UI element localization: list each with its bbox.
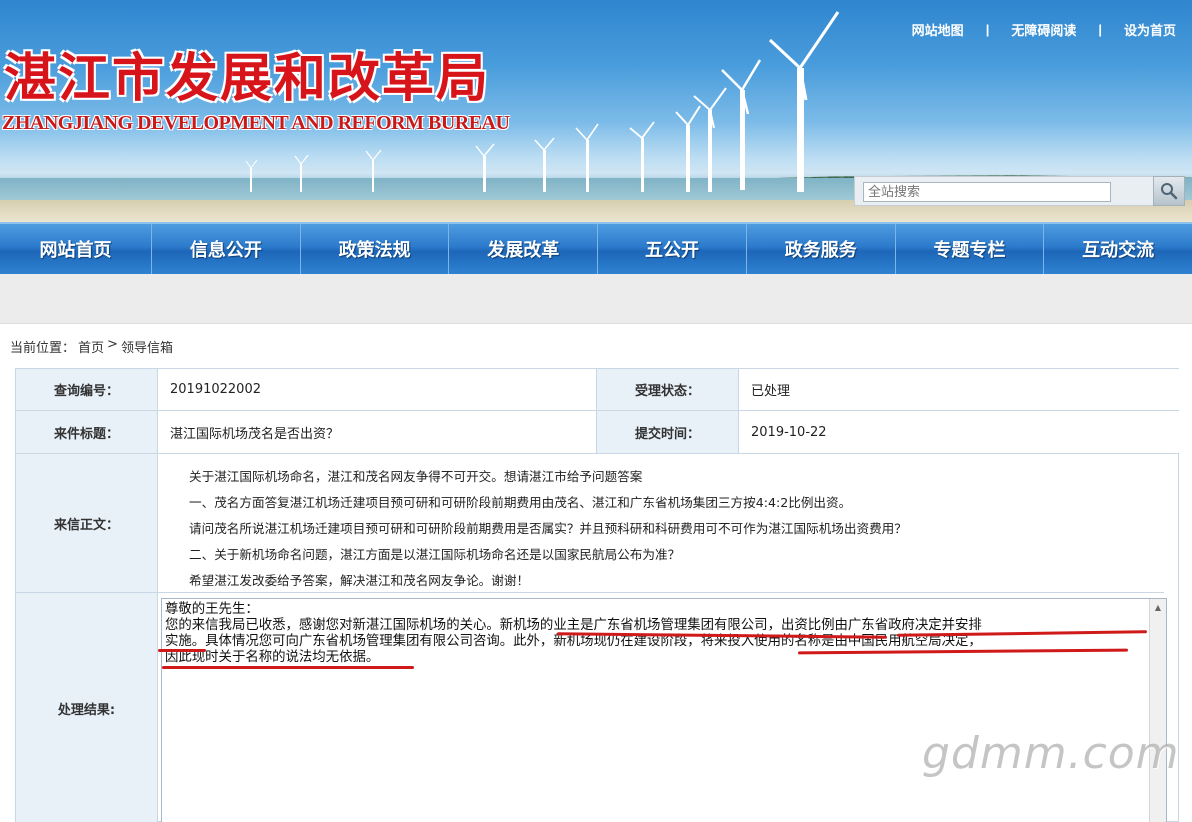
nav-info-disclosure[interactable]: 信息公开 bbox=[152, 224, 301, 274]
nav-interaction[interactable]: 互动交流 bbox=[1044, 224, 1192, 274]
search-box bbox=[854, 176, 1154, 206]
nav-special-topics[interactable]: 专题专栏 bbox=[896, 224, 1045, 274]
highlight-underline bbox=[162, 666, 414, 669]
letter-body-line: 请问茂名所说湛江机场迁建项目预可研和可研阶段前期费用是否属实？并且预科研和科研费… bbox=[189, 521, 907, 536]
set-homepage-link[interactable]: 设为首页 bbox=[1124, 20, 1176, 39]
reply-textarea[interactable]: 尊敬的王先生： 您的来信我局已收悉，感谢您对新湛江国际机场的关心。新机场的业主是… bbox=[158, 598, 1167, 822]
page: 湛江市发展和改革局 ZHANGJIANG DEVELOPMENT AND REF… bbox=[0, 0, 1192, 822]
search-icon bbox=[1161, 183, 1178, 200]
search-button[interactable] bbox=[1153, 176, 1185, 206]
highlight-underline bbox=[158, 649, 206, 652]
reply-line: 实施。具体情况您可向广东省机场管理集团有限公司咨询。此外，新机场现仍在建设阶段，… bbox=[165, 634, 982, 649]
nav-policies[interactable]: 政策法规 bbox=[301, 224, 450, 274]
top-links: 网站地图 | 无障碍阅读 | 设为首页 bbox=[912, 20, 1176, 39]
result-label: 处理结果: bbox=[16, 593, 158, 822]
submit-time-value: 2019-10-22 bbox=[739, 411, 1179, 454]
breadcrumb: 当前位置： 首页 > 领导信箱 bbox=[10, 337, 176, 356]
breadcrumb-separator: > bbox=[107, 337, 118, 352]
status-value: 已处理 bbox=[739, 369, 1179, 411]
letter-body-line: 一、茂名方面答复湛江机场迁建项目预可研和可研阶段前期费用由茂名、湛江和广东省机场… bbox=[189, 495, 852, 510]
nav-development-reform[interactable]: 发展改革 bbox=[449, 224, 599, 274]
sub-nav-bar bbox=[0, 274, 1192, 324]
breadcrumb-prefix: 当前位置： bbox=[10, 341, 76, 356]
nav-five-disclosures[interactable]: 五公开 bbox=[598, 224, 747, 274]
letter-body: 关于湛江国际机场命名，湛江和茂名网友争得不可开交。想请湛江市给予问题答案 一、茂… bbox=[158, 454, 1164, 593]
subject-label: 来件标题： bbox=[16, 411, 158, 454]
search-input[interactable] bbox=[863, 182, 1111, 202]
site-title-cn: 湛江市发展和改革局 bbox=[4, 48, 491, 109]
letter-body-line: 二、关于新机场命名问题，湛江方面是以湛江国际机场命名还是以国家民航局公布为准？ bbox=[189, 547, 681, 562]
query-no-label: 查询编号： bbox=[16, 369, 158, 411]
breadcrumb-home[interactable]: 首页 bbox=[78, 337, 104, 356]
letter-body-line: 关于湛江国际机场命名，湛江和茂名网友争得不可开交。想请湛江市给予问题答案 bbox=[189, 469, 643, 484]
subject-value: 湛江国际机场茂名是否出资？ bbox=[158, 411, 597, 454]
main-nav: 网站首页 信息公开 政策法规 发展改革 五公开 政务服务 专题专栏 互动交流 bbox=[0, 222, 1192, 274]
breadcrumb-current[interactable]: 领导信箱 bbox=[121, 337, 173, 356]
reply-scrollbar[interactable]: ▲ bbox=[1149, 599, 1166, 822]
watermark: gdmm.com bbox=[922, 728, 1180, 779]
status-label: 受理状态： bbox=[597, 369, 739, 411]
query-no-value: 20191022002 bbox=[158, 369, 597, 411]
submit-time-label: 提交时间： bbox=[597, 411, 739, 454]
scroll-up-icon[interactable]: ▲ bbox=[1150, 599, 1166, 615]
reply-line: 尊敬的王先生： bbox=[165, 602, 259, 617]
body-label: 来信正文： bbox=[16, 454, 158, 593]
top-link-separator: | bbox=[1098, 22, 1102, 37]
site-title-en: ZHANGJIANG DEVELOPMENT AND REFORM BUREAU bbox=[2, 112, 510, 134]
top-link-separator: | bbox=[985, 22, 990, 37]
nav-home[interactable]: 网站首页 bbox=[0, 224, 152, 274]
letter-body-line: 希望湛江发改委给予答案，解决湛江和茂名网友争论。谢谢！ bbox=[189, 573, 530, 588]
sitemap-link[interactable]: 网站地图 bbox=[912, 20, 964, 39]
accessibility-link[interactable]: 无障碍阅读 bbox=[1011, 20, 1076, 39]
nav-government-services[interactable]: 政务服务 bbox=[747, 224, 896, 274]
